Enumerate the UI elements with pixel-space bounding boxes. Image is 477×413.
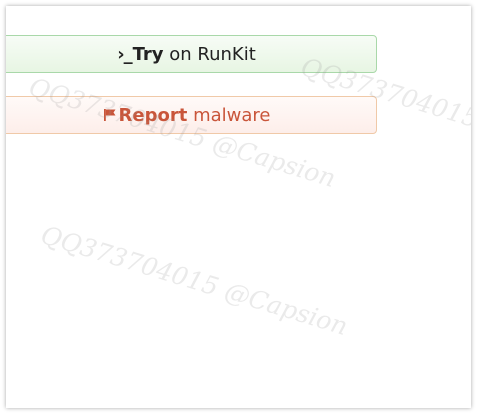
try-label-rest: on RunKit [163,43,256,65]
report-label-bold: Report [118,104,188,126]
terminal-prompt-icon: ›_ [117,43,132,65]
report-label-rest: malware [187,104,271,126]
report-malware-button[interactable]: Report malware [6,96,377,134]
watermark-text: QQ373704015 @Capsion [37,220,352,342]
try-on-runkit-button[interactable]: ›_ Try on RunKit [6,35,377,73]
flag-icon [103,109,116,121]
try-label-bold: Try [132,43,164,65]
page-frame: ›_ Try on RunKit Report malware QQ373704… [6,6,471,408]
